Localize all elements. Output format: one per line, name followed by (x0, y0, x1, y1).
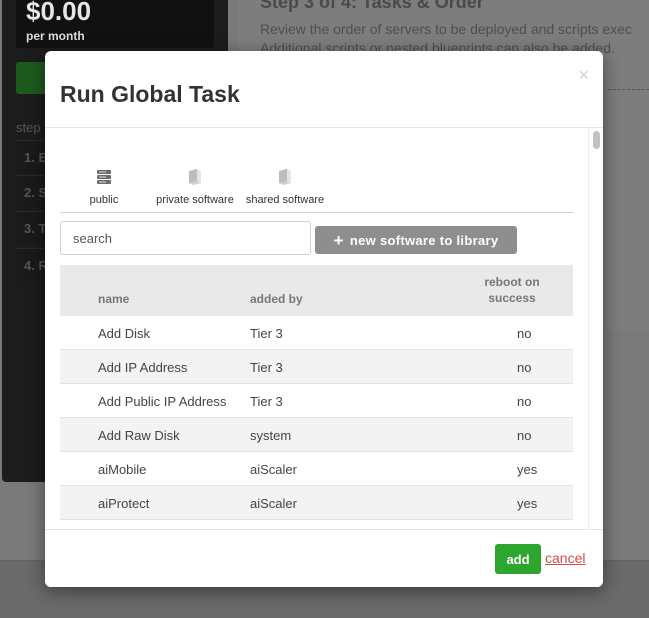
cell-added-by: aiScaler (250, 496, 297, 511)
table-row[interactable]: Add IP Address Tier 3 no (60, 350, 573, 384)
cell-name: aiProtect (98, 496, 150, 511)
modal-body: public private software shared software (45, 128, 603, 529)
cell-name: Add Raw Disk (98, 428, 180, 443)
cell-name: Add IP Address (98, 360, 188, 375)
cell-added-by: system (250, 428, 292, 443)
table-row[interactable]: Add Public IP Address Tier 3 no (60, 384, 573, 418)
modal-footer: add cancel (45, 529, 603, 587)
tab-public[interactable]: public (72, 163, 136, 213)
tab-label: private software (156, 194, 234, 206)
divider (608, 89, 649, 90)
cell-name: Add Disk (98, 326, 151, 341)
cell-added-by: Tier 3 (250, 326, 283, 341)
price-value: $0.00 (26, 0, 92, 26)
table-row[interactable]: Add Raw Disk system no (60, 418, 573, 452)
software-tabs: public private software shared software (60, 163, 573, 213)
cell-added-by: aiScaler (250, 462, 297, 477)
scrollbar-thumb[interactable] (593, 131, 600, 149)
software-table: name added by reboot on success Add Disk… (60, 265, 573, 520)
search-input[interactable] (60, 221, 311, 255)
table-header: name added by reboot on success (60, 265, 573, 316)
column-header-name: name (98, 292, 130, 306)
table-row[interactable]: aiMobile aiScaler yes (60, 452, 573, 486)
price-box: $0.00 per month (16, 0, 214, 48)
scrollbar[interactable] (588, 128, 603, 529)
cell-reboot: yes (517, 496, 538, 511)
cell-reboot: no (517, 326, 532, 341)
cell-added-by: Tier 3 (250, 360, 283, 375)
cancel-link[interactable]: cancel (545, 550, 585, 566)
cell-name: aiMobile (98, 462, 147, 477)
cell-name: Add Public IP Address (98, 394, 227, 409)
price-period: per month (26, 29, 85, 43)
server-stack-icon (97, 170, 111, 184)
step-heading: Step 3 of 4: Tasks & Order (260, 0, 484, 12)
package-icon (189, 169, 201, 185)
run-global-task-modal: Run Global Task × public private softwar… (45, 51, 603, 587)
step-description: Review the order of servers to be deploy… (260, 21, 632, 37)
tab-label: shared software (245, 194, 325, 206)
cell-reboot: yes (517, 462, 538, 477)
package-icon (279, 169, 291, 185)
modal-title: Run Global Task (60, 81, 240, 107)
column-header-reboot: reboot on success (484, 275, 540, 305)
cell-reboot: no (517, 394, 532, 409)
tab-shared-software[interactable]: shared software (242, 163, 328, 213)
cell-added-by: Tier 3 (250, 394, 283, 409)
cell-reboot: no (517, 360, 532, 375)
steps-label: step (16, 120, 41, 135)
add-button[interactable]: add (495, 544, 541, 574)
plus-icon: + (333, 230, 344, 250)
tab-private-software[interactable]: private software (148, 163, 242, 213)
new-software-button[interactable]: + new software to library (315, 226, 517, 254)
close-icon[interactable]: × (578, 66, 589, 84)
table-row[interactable]: aiProtect aiScaler yes (60, 486, 573, 520)
table-row[interactable]: Add Disk Tier 3 no (60, 316, 573, 350)
cell-reboot: no (517, 428, 532, 443)
new-software-label: new software to library (349, 232, 499, 248)
column-header-added-by: added by (250, 292, 303, 306)
tab-label: public (89, 194, 119, 206)
modal-header: Run Global Task × (45, 51, 603, 128)
